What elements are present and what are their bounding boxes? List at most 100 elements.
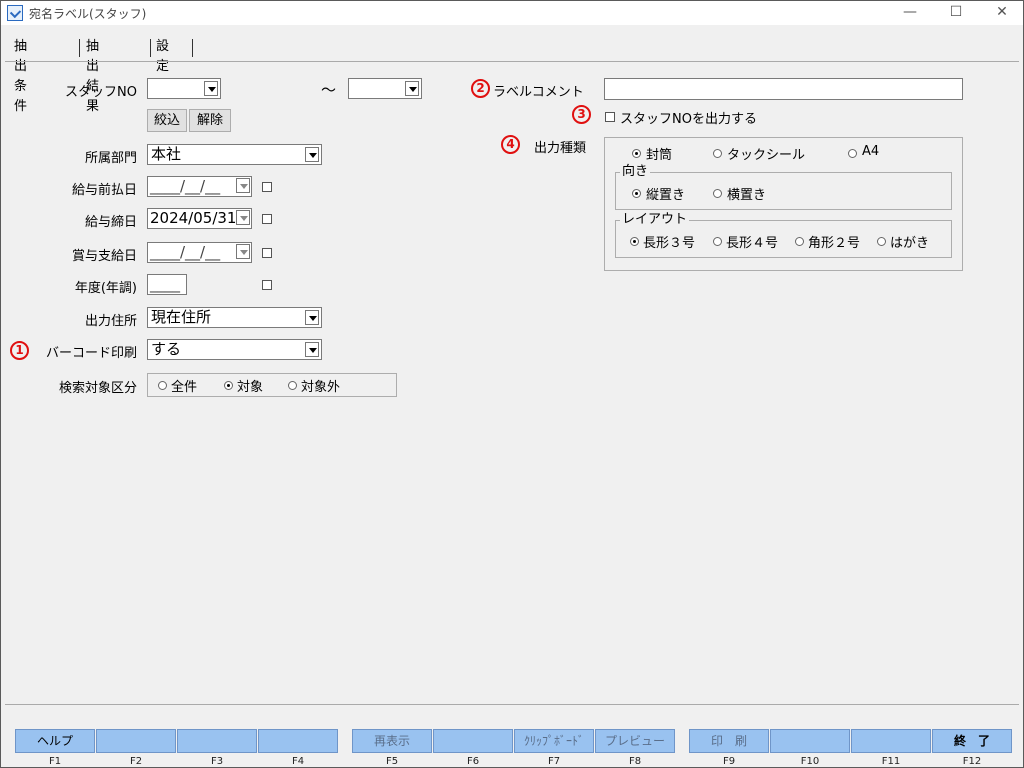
output-address-select[interactable]: 現在住所 [147, 307, 322, 328]
f10-button[interactable] [770, 729, 850, 753]
date-dropdown[interactable] [235, 210, 250, 227]
date-dropdown[interactable] [235, 244, 250, 261]
radio-portrait[interactable] [632, 189, 641, 198]
f8-preview-button[interactable]: プレビュー [595, 729, 675, 753]
radio-portrait-label: 縦置き [646, 188, 686, 203]
bonus-pay-date-picker[interactable]: ____/__/__ [147, 242, 252, 263]
barcode-print-label: バーコード印刷 [45, 346, 137, 361]
salary-advance-date-picker[interactable]: ____/__/__ [147, 176, 252, 197]
f7-clipboard-button[interactable]: ｸﾘｯﾌﾟﾎﾞｰﾄﾞ [514, 729, 594, 753]
function-key-bar: ヘルプ 再表示 ｸﾘｯﾌﾟﾎﾞｰﾄﾞ プレビュー 印 刷 終 了 F1 F2 F… [5, 704, 1019, 767]
staff-no-to-select[interactable] [348, 78, 422, 99]
f9-key-label: F9 [722, 756, 736, 767]
barcode-print-select[interactable]: する [147, 339, 322, 360]
radio-tack-seal[interactable] [713, 149, 722, 158]
chevron-down-icon[interactable] [305, 310, 319, 325]
f3-key-label: F3 [210, 756, 224, 767]
minimize-button[interactable]: — [887, 1, 933, 25]
tab-settings[interactable]: 設定 [153, 37, 172, 74]
f2-key-label: F2 [129, 756, 143, 767]
f5-refresh-button[interactable]: 再表示 [352, 729, 432, 753]
department-label: 所属部門 [84, 151, 137, 166]
tab-divider [79, 39, 80, 57]
marker-1-badge: 1 [10, 341, 29, 360]
radio-all-label: 全件 [171, 380, 198, 395]
f1-key-label: F1 [48, 756, 62, 767]
radio-target[interactable] [224, 381, 233, 390]
print-staff-no-label: スタッフNOを出力する [620, 112, 757, 127]
radio-postcard[interactable] [877, 237, 886, 246]
chevron-down-icon[interactable] [236, 210, 250, 225]
salary-advance-date-checkbox[interactable] [262, 182, 272, 192]
f11-button[interactable] [851, 729, 931, 753]
radio-envelope[interactable] [632, 149, 641, 158]
radio-non-target-label: 対象外 [301, 380, 341, 395]
staff-no-label: スタッフNO [65, 85, 137, 100]
narrow-button[interactable]: 絞込 [147, 109, 187, 132]
fiscal-year-checkbox[interactable] [262, 280, 272, 290]
bonus-pay-date-value: ____/__/__ [150, 243, 221, 261]
f6-key-label: F6 [466, 756, 480, 767]
tab-divider [192, 39, 193, 57]
label-comment-input[interactable] [604, 78, 963, 100]
maximize-button[interactable]: ☐ [933, 1, 979, 25]
search-target-group: 全件 対象 対象外 [147, 373, 397, 397]
release-button[interactable]: 解除 [189, 109, 231, 132]
salary-close-date-picker[interactable]: 2024/05/31 [147, 208, 252, 229]
radio-naga3[interactable] [630, 237, 639, 246]
salary-close-date-value: 2024/05/31 [150, 209, 237, 227]
f11-key-label: F11 [881, 756, 901, 767]
salary-advance-date-value: ____/__/__ [150, 177, 221, 195]
print-staff-no-checkbox[interactable] [605, 112, 615, 122]
tab-extract-conditions[interactable]: 抽出条件 [11, 37, 30, 114]
f6-button[interactable] [433, 729, 513, 753]
radio-naga4-label: 長形４号 [726, 236, 779, 251]
department-value: 本社 [151, 145, 182, 163]
f4-button[interactable] [258, 729, 338, 753]
radio-a4-label: A4 [862, 144, 880, 159]
chevron-down-icon[interactable] [236, 244, 250, 259]
layout-group: レイアウト 長形３号 長形４号 角形２号 はがき [615, 213, 952, 258]
title-bar: 宛名ラベル(スタッフ) — ☐ ✕ [1, 1, 1023, 25]
radio-tack-seal-label: タックシール [727, 148, 806, 163]
chevron-down-icon[interactable] [305, 342, 319, 357]
salary-close-date-label: 給与締日 [84, 215, 137, 230]
f12-exit-button[interactable]: 終 了 [932, 729, 1012, 753]
radio-non-target[interactable] [288, 381, 297, 390]
staff-no-from-select[interactable] [147, 78, 221, 99]
barcode-print-value: する [151, 340, 182, 358]
search-target-label: 検索対象区分 [58, 381, 137, 396]
radio-a4[interactable] [848, 149, 857, 158]
f8-key-label: F8 [628, 756, 642, 767]
radio-target-label: 対象 [237, 380, 264, 395]
tab-divider [150, 39, 151, 57]
date-dropdown[interactable] [235, 178, 250, 195]
chevron-down-icon[interactable] [236, 178, 250, 193]
f3-button[interactable] [177, 729, 257, 753]
tab-extract-results[interactable]: 抽出結果 [83, 37, 102, 114]
salary-advance-date-label: 給与前払日 [71, 183, 137, 198]
close-button[interactable]: ✕ [979, 1, 1024, 25]
bonus-pay-date-checkbox[interactable] [262, 248, 272, 258]
radio-postcard-label: はがき [890, 236, 930, 251]
f12-key-label: F12 [962, 756, 982, 767]
output-address-value: 現在住所 [151, 308, 212, 326]
chevron-down-icon[interactable] [405, 81, 419, 96]
salary-close-date-checkbox[interactable] [262, 214, 272, 224]
radio-kaku2-label: 角形２号 [808, 236, 861, 251]
radio-kaku2[interactable] [795, 237, 804, 246]
radio-landscape-label: 横置き [727, 188, 767, 203]
f1-help-button[interactable]: ヘルプ [15, 729, 95, 753]
radio-naga4[interactable] [713, 237, 722, 246]
fiscal-year-input[interactable]: ____ [147, 274, 187, 295]
f9-print-button[interactable]: 印 刷 [689, 729, 769, 753]
label-comment-label: ラベルコメント [493, 85, 584, 100]
f2-button[interactable] [96, 729, 176, 753]
layout-title: レイアウト [620, 212, 690, 227]
chevron-down-icon[interactable] [305, 147, 319, 162]
radio-landscape[interactable] [713, 189, 722, 198]
radio-all[interactable] [158, 381, 167, 390]
orientation-title: 向き [620, 164, 651, 179]
chevron-down-icon[interactable] [204, 81, 218, 96]
department-select[interactable]: 本社 [147, 144, 322, 165]
